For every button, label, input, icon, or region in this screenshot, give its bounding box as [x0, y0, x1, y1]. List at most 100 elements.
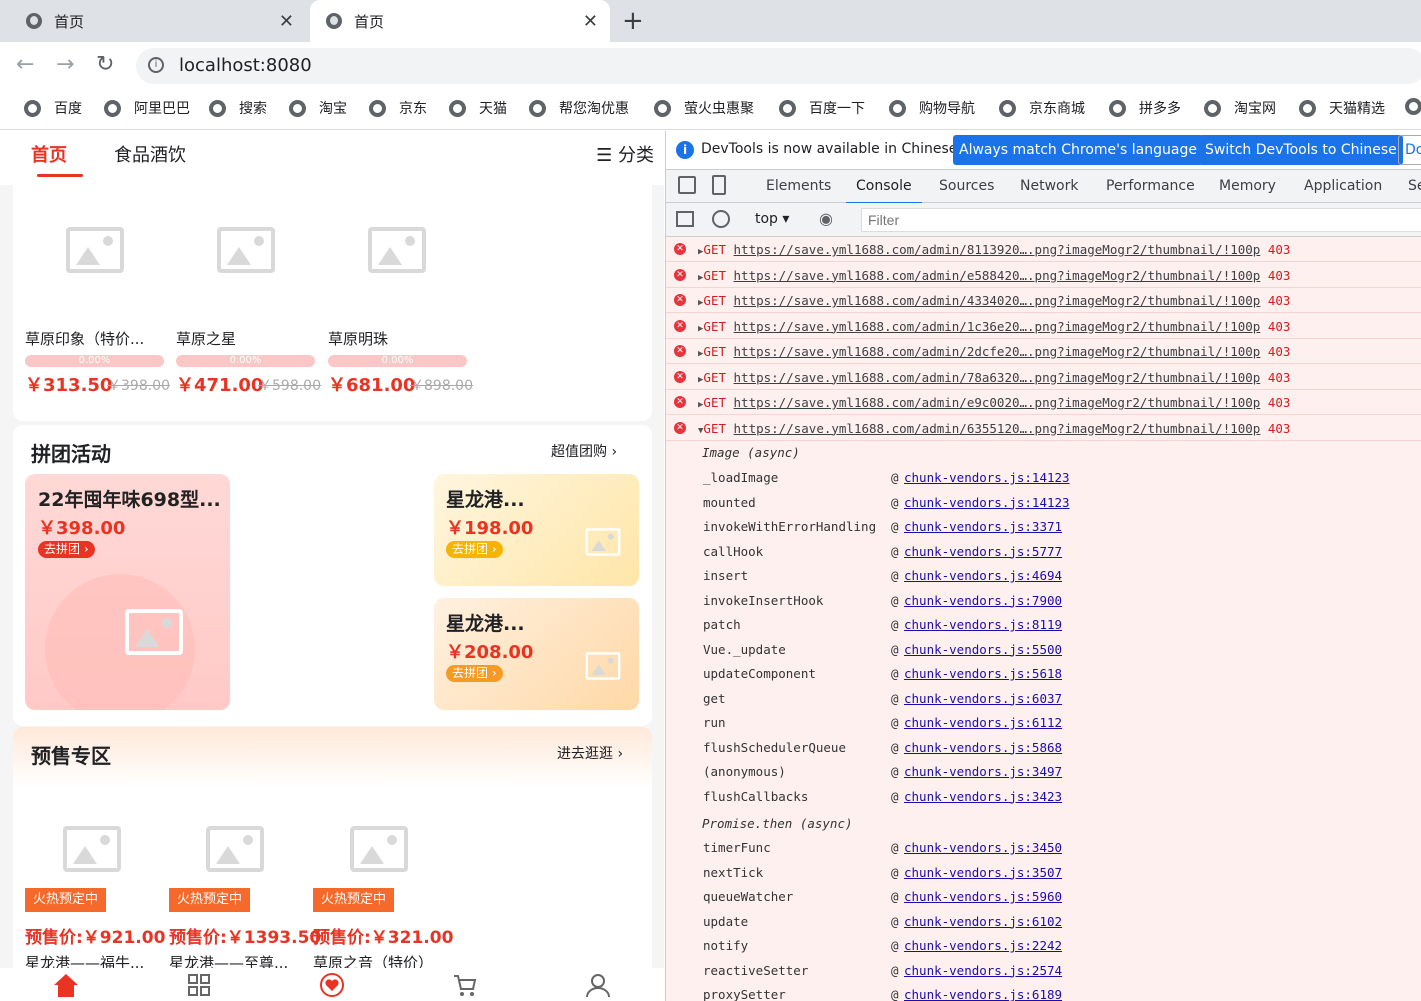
context-selector[interactable]: top ▾	[755, 211, 789, 227]
tab-network[interactable]: Network	[1020, 178, 1078, 194]
product-name[interactable]: 草原之星	[176, 328, 236, 349]
bookmark-item[interactable]: 京东	[369, 98, 427, 118]
browser-tab-active[interactable]: 首页 ✕	[310, 0, 610, 42]
stack-frame-link[interactable]: chunk-vendors.js:2242	[904, 938, 1062, 953]
product-name[interactable]: 草原明珠	[328, 328, 388, 349]
request-url[interactable]: https://save.yml1688.com/admin/8113920….…	[734, 242, 1261, 257]
stack-frame-link[interactable]: chunk-vendors.js:7900	[904, 593, 1062, 608]
favorite-icon[interactable]	[319, 973, 345, 997]
stack-frame-link[interactable]: chunk-vendors.js:3450	[904, 840, 1062, 855]
close-tab-icon[interactable]: ✕	[583, 11, 598, 32]
bookmark-item[interactable]: 淘宝网	[1204, 98, 1276, 118]
console-error-row[interactable]: ✕ ▶GET https://save.yml1688.com/admin/1c3…	[666, 314, 1421, 339]
tab-memory[interactable]: Memory	[1219, 178, 1276, 194]
join-group-button[interactable]: 去拼团 ›	[446, 665, 503, 682]
back-icon[interactable]: ←	[16, 52, 34, 77]
stack-frame-link[interactable]: chunk-vendors.js:3371	[904, 519, 1062, 534]
join-group-button[interactable]: 去拼团 ›	[38, 541, 95, 558]
tab-home[interactable]: 首页	[31, 141, 67, 167]
bookmark-item[interactable]: 搜索	[209, 98, 267, 118]
tab-sources[interactable]: Sources	[939, 178, 994, 194]
bookmark-item[interactable]: 拼多多	[1109, 98, 1181, 118]
request-url[interactable]: https://save.yml1688.com/admin/e9c0020….…	[734, 395, 1261, 410]
bookmark-item[interactable]: 天猫精选	[1299, 98, 1385, 118]
request-url[interactable]: https://save.yml1688.com/admin/2dcfe20….…	[734, 344, 1261, 359]
home-icon[interactable]	[53, 973, 79, 997]
stack-frame-link[interactable]: chunk-vendors.js:14123	[904, 495, 1070, 510]
switch-chinese-button[interactable]: Switch DevTools to Chinese	[1199, 135, 1403, 165]
group-item[interactable]: 星龙港... ￥198.00 去拼团 ›	[434, 474, 639, 586]
console-error-row[interactable]: ✕ ▶GET https://save.yml1688.com/admin/e58…	[666, 263, 1421, 288]
console-error-row[interactable]: ✕ ▶GET https://save.yml1688.com/admin/433…	[666, 288, 1421, 313]
bookmark-item[interactable]: 淘宝	[289, 98, 347, 118]
match-language-button[interactable]: Always match Chrome's language	[953, 135, 1203, 165]
bookmark-item[interactable]: 天猫	[449, 98, 507, 118]
request-url[interactable]: https://save.yml1688.com/admin/e588420….…	[734, 268, 1261, 283]
stack-frame-link[interactable]: chunk-vendors.js:5960	[904, 889, 1062, 904]
console-error-row[interactable]: ✕ ▶GET https://save.yml1688.com/admin/e9c…	[666, 390, 1421, 415]
console-error-row[interactable]: ✕ ▶GET https://save.yml1688.com/admin/811…	[666, 237, 1421, 262]
group-more-link[interactable]: 超值团购 ›	[551, 441, 617, 461]
stack-frame-link[interactable]: chunk-vendors.js:2574	[904, 963, 1062, 978]
bookmark-item[interactable]: 京东商城	[999, 98, 1085, 118]
cart-icon[interactable]	[452, 973, 478, 997]
stack-frame-link[interactable]: chunk-vendors.js:5500	[904, 642, 1062, 657]
console-error-row[interactable]: ✕ ▶GET https://save.yml1688.com/admin/78a…	[666, 365, 1421, 390]
bookmark-item[interactable]: 购物导航	[889, 98, 975, 118]
console-error-row[interactable]: ✕ ▶GET https://save.yml1688.com/admin/2dc…	[666, 339, 1421, 364]
presale-more-link[interactable]: 进去逛逛 ›	[557, 743, 623, 763]
bookmark-item[interactable]: 百度	[24, 98, 82, 118]
stack-frame-link[interactable]: chunk-vendors.js:6102	[904, 914, 1062, 929]
tab-elements[interactable]: Elements	[766, 178, 831, 194]
stack-frame-link[interactable]: chunk-vendors.js:8119	[904, 617, 1062, 632]
clear-console-icon[interactable]	[712, 210, 730, 228]
console-error-row[interactable]: ✕ ▼GET https://save.yml1688.com/admin/635…	[666, 416, 1421, 441]
stack-frame-link[interactable]: chunk-vendors.js:5868	[904, 740, 1062, 755]
group-item-large[interactable]: 22年囤年味698型... ￥398.00 去拼团 ›	[25, 474, 230, 710]
request-url[interactable]: https://save.yml1688.com/admin/4334020….…	[734, 293, 1261, 308]
stack-frame-link[interactable]: chunk-vendors.js:5618	[904, 666, 1062, 681]
group-item[interactable]: 星龙港... ￥208.00 去拼团 ›	[434, 598, 639, 710]
request-url[interactable]: https://save.yml1688.com/admin/78a6320….…	[734, 370, 1261, 385]
stack-frame-link[interactable]: chunk-vendors.js:3507	[904, 865, 1062, 880]
reload-icon[interactable]: ↻	[96, 52, 114, 77]
stack-frame-link[interactable]: chunk-vendors.js:6112	[904, 715, 1062, 730]
join-group-button[interactable]: 去拼团 ›	[446, 541, 503, 558]
stack-frame-link[interactable]: chunk-vendors.js:3497	[904, 764, 1062, 779]
new-tab-icon[interactable]: +	[622, 6, 644, 36]
bookmark-overflow[interactable]	[1405, 98, 1421, 115]
bookmark-item[interactable]: 帮您淘优惠	[529, 98, 629, 118]
browser-tab[interactable]: 首页 ✕	[0, 0, 306, 42]
address-bar[interactable]: i localhost:8080	[136, 48, 1421, 84]
request-url[interactable]: https://save.yml1688.com/admin/1c36e20….…	[734, 319, 1261, 334]
close-tab-icon[interactable]: ✕	[279, 11, 294, 32]
stack-frame-link[interactable]: chunk-vendors.js:5777	[904, 544, 1062, 559]
category-grid-icon[interactable]	[186, 973, 212, 997]
tab-performance[interactable]: Performance	[1106, 178, 1195, 194]
bookmark-item[interactable]: 百度一下	[779, 98, 865, 118]
tab-security[interactable]: Se	[1408, 178, 1421, 194]
stack-frame-link[interactable]: chunk-vendors.js:4694	[904, 568, 1062, 583]
product-name[interactable]: 草原印象（特价...	[25, 328, 144, 349]
stack-frame-link[interactable]: chunk-vendors.js:14123	[904, 470, 1070, 485]
user-icon[interactable]	[585, 973, 611, 997]
bookmark-item[interactable]: 阿里巴巴	[104, 98, 190, 118]
stack-frame-link[interactable]: chunk-vendors.js:6189	[904, 987, 1062, 1001]
device-toolbar-icon[interactable]	[712, 175, 726, 195]
tab-food-drinks[interactable]: 食品酒饮	[114, 141, 186, 167]
stack-frame-link[interactable]: chunk-vendors.js:3423	[904, 789, 1062, 804]
stack-frame-link[interactable]: chunk-vendors.js:6037	[904, 691, 1062, 706]
filter-input[interactable]	[861, 208, 1421, 232]
tab-application[interactable]: Application	[1304, 178, 1382, 194]
request-url[interactable]: https://save.yml1688.com/admin/6355120….…	[734, 421, 1261, 436]
dont-show-button[interactable]: Do	[1398, 135, 1421, 165]
sidebar-toggle-icon[interactable]	[676, 211, 694, 227]
forward-icon[interactable]: →	[56, 52, 74, 77]
bookmark-label: 天猫	[479, 101, 507, 117]
bookmark-item[interactable]: 萤火虫惠聚	[654, 98, 754, 118]
tab-console[interactable]: Console	[846, 178, 922, 204]
eye-icon[interactable]: ◉	[819, 209, 833, 228]
category-button[interactable]: ☰ 分类	[596, 141, 654, 167]
info-icon[interactable]: i	[148, 57, 164, 73]
inspect-element-icon[interactable]	[678, 176, 696, 194]
